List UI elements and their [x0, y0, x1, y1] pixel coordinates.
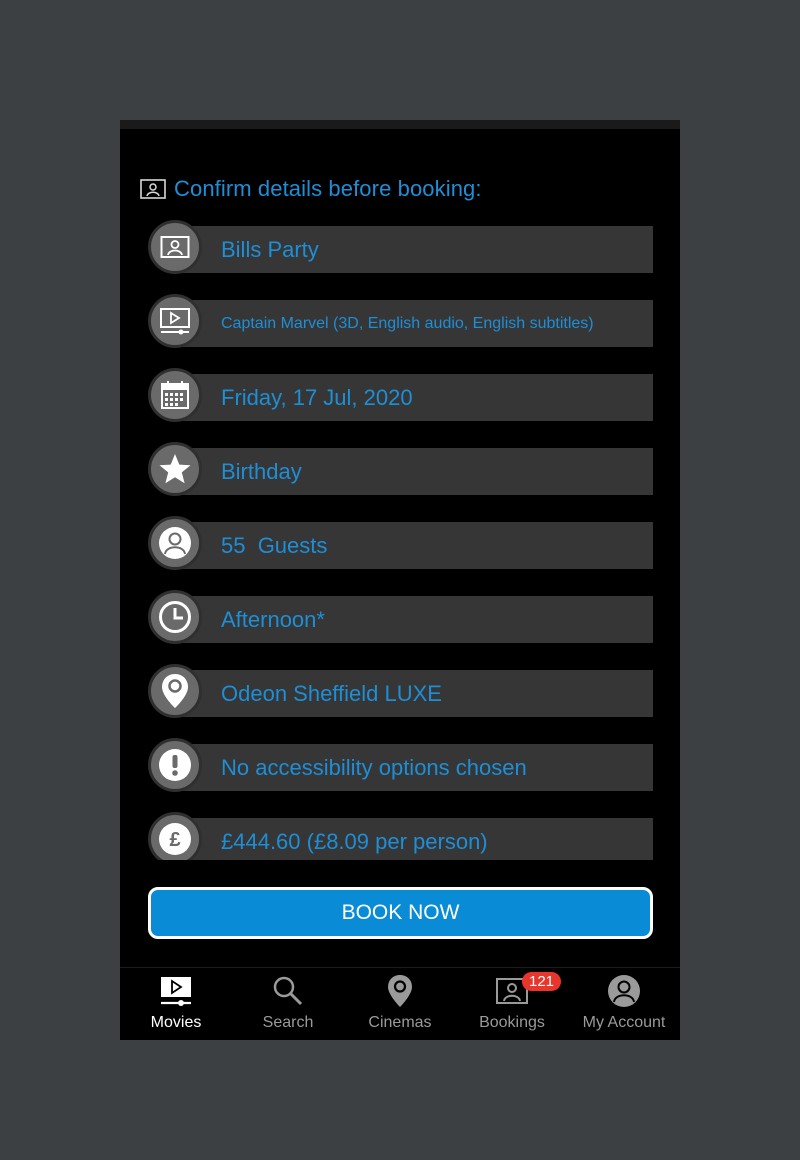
svg-text:£: £ — [169, 829, 180, 851]
detail-label: Birthday — [221, 458, 302, 484]
detail-row-guests: 55 Guests — [146, 514, 654, 574]
detail-label: No accessibility options chosen — [221, 754, 527, 780]
page-title: Confirm details before booking: — [174, 176, 482, 201]
star-icon — [159, 454, 191, 484]
detail-icon-circle — [148, 442, 202, 496]
person-icon — [608, 975, 640, 1007]
tab-my-account[interactable]: My Account — [568, 968, 680, 1040]
detail-label: Friday, 17 Jul, 2020 — [221, 384, 413, 410]
location-pin-icon — [388, 975, 412, 1007]
detail-icon-circle — [148, 738, 202, 792]
tab-label: Search — [262, 1014, 314, 1031]
ticket-icon — [140, 179, 166, 199]
tab-label: Movies — [150, 1014, 202, 1031]
person-icon — [159, 527, 191, 559]
detail-icon-circle — [148, 590, 202, 644]
booking-details-list[interactable]: Bills Party Captain Marvel (3D, English … — [120, 218, 680, 860]
detail-row-cinema: Odeon Sheffield LUXE — [146, 662, 654, 722]
movie-icon — [161, 977, 191, 1006]
bookings-count-badge: 121 — [522, 972, 562, 991]
detail-icon-circle: £ — [148, 812, 202, 860]
detail-row-occasion: Birthday — [146, 440, 654, 500]
tab-label: Cinemas — [368, 1014, 432, 1031]
detail-row-time: Afternoon* — [146, 588, 654, 648]
detail-row-date: Friday, 17 Jul, 2020 — [146, 366, 654, 426]
tab-label: Bookings — [479, 1014, 545, 1031]
section-header: Confirm details before booking: — [140, 174, 482, 204]
detail-icon-circle — [148, 664, 202, 718]
tab-search[interactable]: Search — [232, 968, 344, 1040]
clock-icon — [159, 601, 191, 633]
tab-label: My Account — [582, 1014, 666, 1031]
pound-icon: £ — [159, 823, 191, 855]
exclamation-icon — [159, 749, 191, 781]
tab-cinemas[interactable]: Cinemas — [344, 968, 456, 1040]
book-now-button[interactable]: BOOK NOW — [148, 887, 653, 939]
bottom-tab-bar: Movies Search Cinemas 121 Bookings My Ac… — [120, 967, 680, 1040]
detail-row-price: £ £444.60 (£8.09 per person) — [146, 810, 654, 860]
search-icon — [273, 976, 303, 1006]
status-strip — [120, 120, 680, 129]
detail-label: Odeon Sheffield LUXE — [221, 680, 442, 706]
tab-movies[interactable]: Movies — [120, 968, 232, 1040]
movie-icon — [160, 308, 190, 335]
detail-label: Captain Marvel (3D, English audio, Engli… — [221, 314, 594, 332]
detail-row-accessibility: No accessibility options chosen — [146, 736, 654, 796]
detail-icon-circle — [148, 220, 202, 274]
detail-row-movie: Captain Marvel (3D, English audio, Engli… — [146, 292, 654, 352]
detail-label: Afternoon* — [221, 606, 325, 632]
detail-label: £444.60 (£8.09 per person) — [221, 828, 488, 854]
tab-bookings[interactable]: 121 Bookings — [456, 968, 568, 1040]
detail-row-party-name: Bills Party — [146, 218, 654, 278]
detail-icon-circle — [148, 516, 202, 570]
ticket-icon — [160, 236, 190, 258]
location-pin-icon — [162, 674, 188, 708]
detail-label: 55 Guests — [221, 532, 328, 558]
detail-icon-circle — [148, 294, 202, 348]
app-screen: Confirm details before booking: Bills Pa… — [120, 120, 680, 1040]
detail-label: Bills Party — [221, 236, 319, 262]
calendar-icon — [161, 381, 189, 409]
detail-icon-circle — [148, 368, 202, 422]
